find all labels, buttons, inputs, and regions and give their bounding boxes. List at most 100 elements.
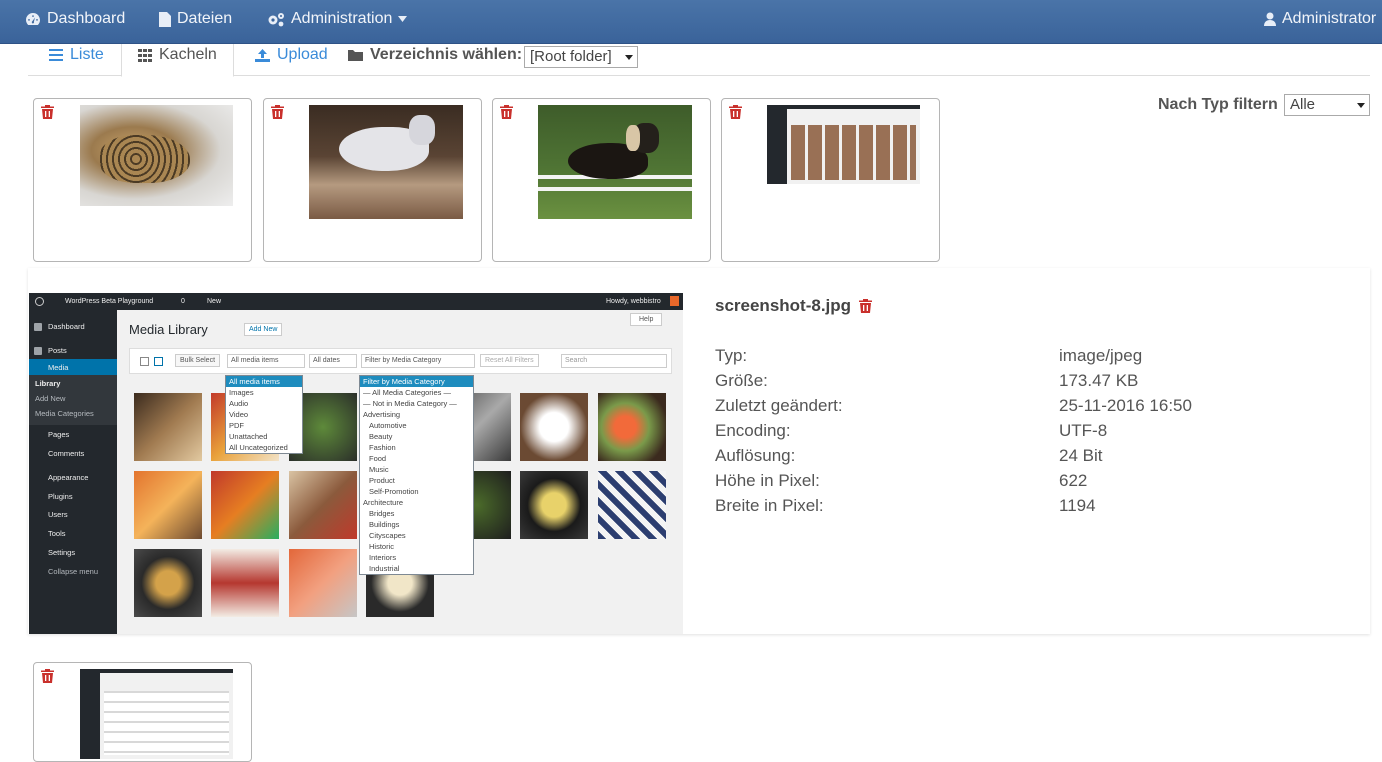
wp-date-select: All dates <box>309 354 357 368</box>
wp-menu-item: Settings <box>48 548 76 557</box>
tab-tiles[interactable]: Kacheln <box>121 44 234 77</box>
nav-files[interactable]: Dateien <box>159 0 232 38</box>
file-tile[interactable] <box>721 98 940 262</box>
wp-menu-item: Dashboard <box>48 322 85 331</box>
tab-list[interactable]: Liste <box>49 44 104 76</box>
media-photo <box>289 549 357 617</box>
wp-site-name: WordPress Beta Playground <box>65 298 154 305</box>
nav-administration[interactable]: Administration <box>267 0 408 38</box>
wp-page-title: Media Library <box>129 322 208 337</box>
wp-menu-item: Collapse menu <box>48 567 99 576</box>
wp-filter-bar: Bulk Select All media items All dates Fi… <box>129 348 672 374</box>
wp-submenu-item: Add New <box>35 394 66 403</box>
type-filter-select[interactable]: Alle <box>1284 94 1370 116</box>
pin-icon <box>34 347 42 355</box>
dropdown-arrow-icon <box>625 55 633 60</box>
wp-menu-item: Media <box>48 363 69 372</box>
media-photo <box>598 471 666 539</box>
dropdown-option: Food <box>369 454 387 463</box>
dropdown-option: Self-Promotion <box>369 487 419 496</box>
upload-icon <box>255 49 270 62</box>
trash-icon[interactable] <box>859 299 873 313</box>
info-row-width: Breite in Pixel: 1194 <box>715 496 1355 520</box>
trash-icon[interactable] <box>271 105 284 119</box>
list-icon <box>49 49 63 61</box>
dropdown-option: Bridges <box>369 509 395 518</box>
wp-search-input: Search <box>561 354 667 368</box>
nav-user-label: Administrator <box>1282 10 1377 27</box>
trash-icon[interactable] <box>729 105 742 119</box>
folder-icon <box>348 50 363 61</box>
info-value: 1194 <box>1059 496 1096 515</box>
nav-user[interactable]: Administrator <box>1264 0 1376 38</box>
info-row-encoding: Encoding: UTF-8 <box>715 421 1355 445</box>
wp-menu-item: Plugins <box>48 492 73 501</box>
info-key: Breite in Pixel: <box>715 496 824 515</box>
wp-menu-item: Appearance <box>48 473 89 482</box>
trash-icon[interactable] <box>41 105 54 119</box>
info-row-type: Typ: image/jpeg <box>715 346 1355 370</box>
white-horse-thumbnail <box>309 105 463 219</box>
tab-upload-label: Upload <box>277 46 328 63</box>
wp-admin-bar: WordPress Beta Playground 0 New Howdy, w… <box>29 293 683 310</box>
dashboard-icon <box>26 13 40 25</box>
info-value: 24 Bit <box>1059 446 1103 465</box>
nav-dashboard-label: Dashboard <box>47 10 126 27</box>
file-tile[interactable] <box>492 98 711 262</box>
screenshot-thumbnail <box>767 105 920 184</box>
nav-administration-label: Administration <box>291 10 393 27</box>
wp-main: Media Library Add New Help Bulk Select A… <box>117 310 683 634</box>
trash-icon[interactable] <box>41 669 54 683</box>
directory-select[interactable]: [Root folder] <box>524 46 638 68</box>
dropdown-option: Cityscapes <box>369 531 406 540</box>
dropdown-arrow-icon <box>1357 103 1365 108</box>
info-key: Zuletzt geändert: <box>715 396 843 415</box>
dropdown-option: All media items <box>226 376 302 387</box>
trash-icon[interactable] <box>500 105 513 119</box>
nav-files-label: Dateien <box>177 10 233 27</box>
directory-label-text: Verzeichnis wählen: <box>370 46 523 63</box>
dropdown-option: Filter by Media Category <box>360 376 473 387</box>
wp-category-select: Filter by Media Category <box>361 354 475 368</box>
wp-menu-item: Users <box>48 510 68 519</box>
file-preview-image: WordPress Beta Playground 0 New Howdy, w… <box>29 293 683 634</box>
info-key: Größe: <box>715 371 768 390</box>
wp-add-new-button: Add New <box>244 323 283 336</box>
dropdown-option: PDF <box>229 421 244 430</box>
dropdown-option: Automotive <box>369 421 407 430</box>
file-tile[interactable] <box>33 98 252 262</box>
dropdown-option: Architecture <box>363 498 404 507</box>
media-photo <box>520 471 588 539</box>
wp-comments-count: 0 <box>181 298 185 305</box>
file-icon <box>159 11 171 27</box>
user-icon <box>1264 12 1276 26</box>
top-navbar: Dashboard Dateien Administration Adminis… <box>0 0 1382 44</box>
dropdown-option: Buildings <box>369 520 400 529</box>
info-row-size: Größe: 173.47 KB <box>715 371 1355 395</box>
directory-select-value: [Root folder] <box>530 48 612 65</box>
nav-dashboard[interactable]: Dashboard <box>25 0 125 38</box>
media-type-dropdown: All media items Images Audio Video PDF U… <box>225 375 303 454</box>
view-tabs: Liste Kacheln Upload Verzeichnis wählen:… <box>28 44 1370 77</box>
info-value: 622 <box>1059 471 1088 490</box>
wp-menu-item: Posts <box>48 346 67 355</box>
media-photo <box>134 393 202 461</box>
info-value: 173.47 KB <box>1059 371 1139 390</box>
type-filter-label: Nach Typ filtern <box>1158 96 1278 113</box>
info-value: 25-11-2016 16:50 <box>1059 396 1192 415</box>
wp-bulk-select-button: Bulk Select <box>175 354 221 367</box>
file-tile[interactable] <box>263 98 482 262</box>
dropdown-option: Images <box>229 388 254 397</box>
wp-menu-item: Pages <box>48 430 70 439</box>
dropdown-option: All Uncategorized <box>229 443 288 452</box>
tab-list-label: Liste <box>70 46 104 63</box>
wp-reset-filters-button: Reset All Filters <box>480 354 539 367</box>
file-tile[interactable] <box>33 662 252 762</box>
type-filter-value: Alle <box>1290 96 1316 113</box>
leopard-thumbnail <box>80 105 233 206</box>
tab-upload[interactable]: Upload <box>255 44 328 76</box>
info-key: Auflösung: <box>715 446 796 465</box>
wp-submenu-item: Media Categories <box>35 409 94 418</box>
dropdown-option: Music <box>369 465 389 474</box>
dashboard-icon <box>34 323 42 331</box>
